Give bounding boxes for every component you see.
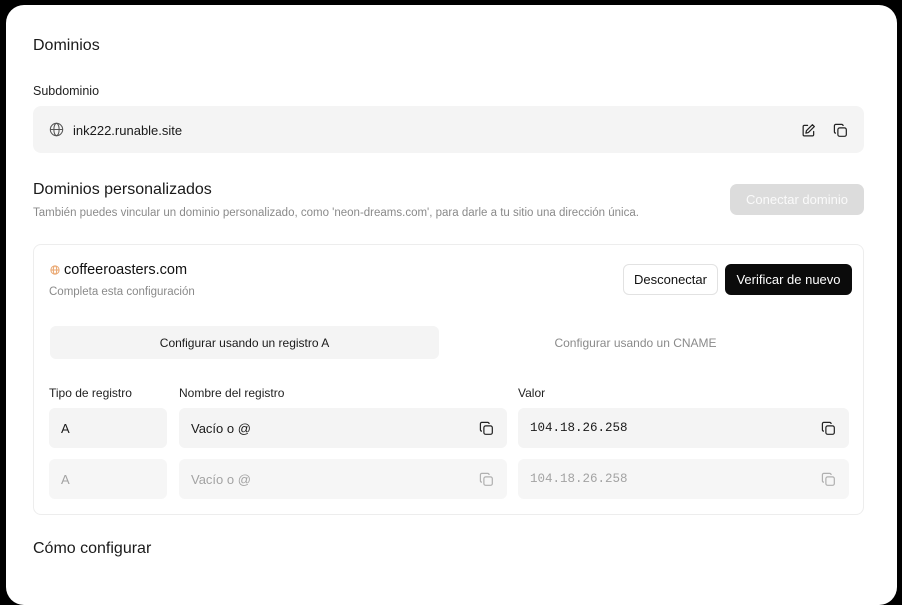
record-name-value: Vacío o @ [191, 472, 251, 487]
copy-icon [821, 421, 835, 435]
disconnect-button[interactable]: Desconectar [623, 264, 718, 295]
domain-status: Completa esta configuración [49, 286, 195, 298]
record-name-field[interactable]: Vacío o @ [179, 459, 507, 499]
subdomain-value: ink222.runable.site [73, 123, 183, 138]
globe-icon [50, 265, 60, 275]
column-record-type: Tipo de registro [49, 386, 132, 400]
custom-domains-title: Dominios personalizados [33, 181, 212, 198]
record-value: 104.18.26.258 [530, 421, 628, 435]
record-value: 104.18.26.258 [530, 472, 628, 486]
copy-icon [479, 472, 493, 486]
copy-subdomain-button[interactable] [831, 121, 849, 139]
copy-record-name-button[interactable] [477, 419, 495, 437]
custom-domains-description: También puedes vincular un dominio perso… [33, 207, 639, 219]
record-type-field[interactable]: A [49, 408, 167, 448]
copy-icon [479, 421, 493, 435]
record-type-field[interactable]: A [49, 459, 167, 499]
copy-record-name-button[interactable] [477, 470, 495, 488]
copy-record-value-button[interactable] [819, 470, 837, 488]
copy-record-value-button[interactable] [819, 419, 837, 437]
copy-icon [833, 123, 847, 137]
domains-title: Dominios [33, 37, 100, 54]
edit-subdomain-button[interactable] [799, 121, 817, 139]
record-name-field[interactable]: Vacío o @ [179, 408, 507, 448]
record-name-value: Vacío o @ [191, 421, 251, 436]
domain-card: coffeeroasters.com Completa esta configu… [33, 244, 864, 515]
globe-icon [49, 122, 64, 137]
connect-domain-button[interactable]: Conectar dominio [730, 184, 864, 215]
tab-a-record[interactable]: Configurar usando un registro A [50, 326, 439, 359]
record-value-field[interactable]: 104.18.26.258 [518, 459, 849, 499]
subdomain-field: ink222.runable.site [33, 106, 864, 153]
how-to-configure-title: Cómo configurar [33, 540, 152, 557]
settings-panel: Dominios Subdominio ink222.runable.site … [6, 5, 897, 605]
custom-domain-name: coffeeroasters.com [64, 262, 188, 278]
record-value-field[interactable]: 104.18.26.258 [518, 408, 849, 448]
subdomain-label: Subdominio [33, 84, 100, 98]
column-value: Valor [518, 386, 546, 400]
copy-icon [821, 472, 835, 486]
record-type-value: A [61, 472, 70, 487]
verify-again-button[interactable]: Verificar de nuevo [725, 264, 852, 295]
record-type-value: A [61, 421, 70, 436]
column-record-name: Nombre del registro [179, 386, 285, 400]
pencil-square-icon [802, 123, 815, 136]
tab-cname[interactable]: Configurar usando un CNAME [441, 326, 830, 359]
